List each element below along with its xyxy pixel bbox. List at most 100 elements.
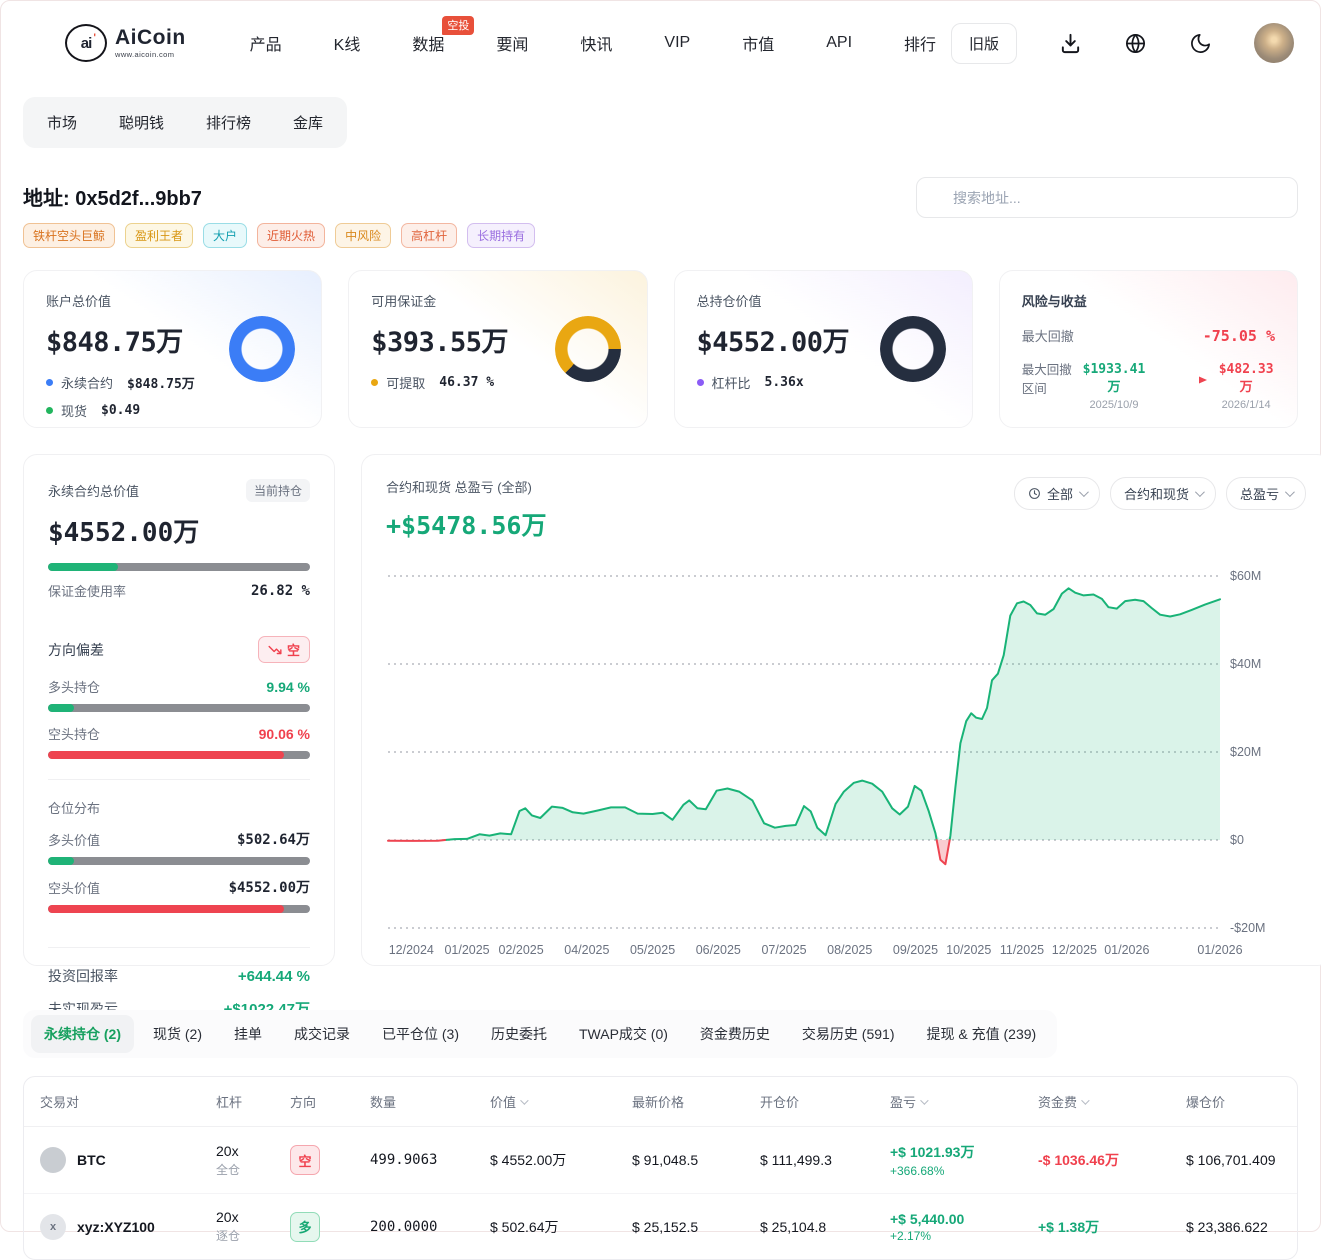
column-label: 最新价格 bbox=[632, 1092, 684, 1111]
side-badge: 空 bbox=[290, 1145, 320, 1175]
aicoin-logo[interactable]: ai' AiCoin www.aicoin.com bbox=[65, 24, 186, 62]
x-axis-label: 01/2025 bbox=[444, 943, 489, 957]
pnl-area-chart[interactable]: $60M$40M$20M$0-$20M12/202401/202502/2025… bbox=[386, 556, 1306, 965]
nav-item-label: 排行 bbox=[904, 37, 936, 54]
drawdown-from-value: $1933.41万 bbox=[1083, 361, 1146, 396]
chart-filter-1[interactable]: 全部 bbox=[1014, 477, 1100, 510]
nav-item-label: 产品 bbox=[250, 37, 282, 54]
drawdown-arrow-icon bbox=[1153, 375, 1209, 385]
download-icon[interactable] bbox=[1059, 32, 1082, 55]
pnl-cell: +$ 5,440.00+2.17% bbox=[890, 1211, 1038, 1243]
nav-item-3[interactable]: 数据空投 bbox=[412, 31, 444, 55]
stat-card-title: 账户总价值 bbox=[46, 291, 299, 310]
tab-5[interactable]: 已平仓位 (3) bbox=[369, 1015, 472, 1053]
nav-item-5[interactable]: 快讯 bbox=[580, 31, 612, 55]
nav-item-6[interactable]: VIP bbox=[664, 34, 690, 52]
funding-cell: -$ 1036.46万 bbox=[1038, 1150, 1186, 1170]
address-tag: 大户 bbox=[203, 223, 247, 248]
current-position-badge: 当前持仓 bbox=[246, 479, 310, 502]
nav-menu: 产品 K线 数据空投 要闻 快讯 VIP 市值 API 排行 bbox=[250, 31, 951, 55]
drawdown-from-date: 2025/10/9 bbox=[1083, 399, 1146, 411]
tab-6[interactable]: 历史委托 bbox=[478, 1015, 560, 1053]
sort-icon bbox=[920, 1096, 928, 1104]
liq-price-cell: $ 106,701.409 bbox=[1186, 1152, 1281, 1168]
donut-chart bbox=[229, 316, 295, 382]
last-price-cell: $ 91,048.5 bbox=[632, 1152, 760, 1168]
y-axis-label: $20M bbox=[1230, 745, 1261, 759]
nav-item-4[interactable]: 要闻 bbox=[496, 31, 528, 55]
stat-card-2: 可用保证金$393.55万可提取46.37 % bbox=[348, 270, 647, 428]
top-nav-bar: ai' AiCoin www.aicoin.com 产品 K线 数据空投 要闻 快讯 VI… bbox=[1, 1, 1320, 85]
filter-label: 总盈亏 bbox=[1240, 484, 1279, 503]
tab-1[interactable]: 永续持仓 (2) bbox=[31, 1015, 134, 1053]
subnav-item-2[interactable]: 聪明钱 bbox=[119, 112, 164, 133]
stat-item-label: 可提取 bbox=[386, 373, 425, 392]
filter-label: 合约和现货 bbox=[1124, 484, 1189, 503]
value-cell: $ 502.64万 bbox=[490, 1217, 632, 1237]
drawdown-range-label: 最大回撤区间 bbox=[1022, 361, 1075, 399]
stat-card-3: 总持仓价值$4552.00万杠杆比5.36x bbox=[674, 270, 973, 428]
tab-4[interactable]: 成交记录 bbox=[281, 1015, 363, 1053]
drawdown-to-value: $482.33万 bbox=[1217, 361, 1275, 396]
tab-8[interactable]: 资金费历史 bbox=[687, 1015, 783, 1053]
side-cell: 空 bbox=[290, 1145, 370, 1175]
subnav-item-3[interactable]: 排行榜 bbox=[206, 112, 251, 133]
table-row-2[interactable]: xxyz:XYZ10020x逐仓多200.0000$ 502.64万$ 25,1… bbox=[24, 1193, 1297, 1259]
risk-card-title: 风险与收益 bbox=[1022, 291, 1275, 310]
risk-reward-card: 风险与收益 最大回撤 -75.05 % 最大回撤区间 $1933.41万 202… bbox=[999, 270, 1298, 428]
search-address-input[interactable] bbox=[916, 177, 1298, 218]
nav-item-1[interactable]: 产品 bbox=[250, 31, 282, 55]
margin-usage-label: 保证金使用率 bbox=[48, 581, 126, 600]
old-version-button[interactable]: 旧版 bbox=[951, 23, 1017, 64]
margin-mode: 全仓 bbox=[216, 1161, 290, 1178]
subnav-item-1[interactable]: 市场 bbox=[47, 112, 77, 133]
column-header-6: 最新价格 bbox=[632, 1092, 760, 1111]
subnav-item-4[interactable]: 金库 bbox=[293, 112, 323, 133]
x-axis-label: 12/2025 bbox=[1052, 943, 1097, 957]
tab-7[interactable]: TWAP成交 (0) bbox=[566, 1015, 681, 1053]
column-header-3: 方向 bbox=[290, 1092, 370, 1111]
secondary-nav: 市场 聪明钱 排行榜 金库 bbox=[23, 97, 347, 148]
nav-item-7[interactable]: 市值 bbox=[742, 31, 774, 55]
leverage-value: 20x bbox=[216, 1209, 290, 1225]
chart-filter-2[interactable]: 合约和现货 bbox=[1110, 477, 1216, 510]
stat-card-1: 账户总价值$848.75万永续合约$848.75万现货$0.49 bbox=[23, 270, 322, 428]
perp-position-panel: 永续合约总价值 当前持仓 $4552.00万 保证金使用率 26.82 % 方向… bbox=[23, 454, 335, 966]
column-header-9[interactable]: 资金费 bbox=[1038, 1092, 1186, 1111]
nav-item-2[interactable]: K线 bbox=[334, 31, 361, 55]
positions-table: 交易对杠杆方向数量价值最新价格开仓价盈亏资金费爆仓价 BTC20x全仓空499.… bbox=[23, 1076, 1298, 1260]
nav-item-8[interactable]: API bbox=[826, 34, 852, 52]
column-header-5[interactable]: 价值 bbox=[490, 1092, 632, 1111]
avatar[interactable] bbox=[1254, 23, 1294, 63]
tab-3[interactable]: 挂单 bbox=[221, 1015, 275, 1053]
tab-2[interactable]: 现货 (2) bbox=[140, 1015, 215, 1053]
long-position-label: 多头持仓 bbox=[48, 677, 100, 696]
amount-cell: 499.9063 bbox=[370, 1152, 490, 1168]
leverage-cell: 20x逐仓 bbox=[216, 1209, 290, 1244]
stat-card-item: 现货$0.49 bbox=[46, 401, 299, 420]
chart-filters: 全部 合约和现货 总盈亏 bbox=[1014, 477, 1306, 510]
chart-filter-3[interactable]: 总盈亏 bbox=[1226, 477, 1306, 510]
long-value-label: 多头价值 bbox=[48, 830, 100, 849]
total-pnl-value: +$5478.56万 bbox=[386, 506, 546, 542]
nav-item-9[interactable]: 排行 bbox=[904, 31, 936, 55]
moon-icon[interactable] bbox=[1189, 32, 1212, 55]
legend-dot-icon bbox=[697, 379, 704, 386]
column-header-8[interactable]: 盈亏 bbox=[890, 1092, 1038, 1111]
legend-dot-icon bbox=[371, 379, 378, 386]
table-row-1[interactable]: BTC20x全仓空499.9063$ 4552.00万$ 91,048.5$ 1… bbox=[24, 1127, 1297, 1193]
trending-down-icon bbox=[268, 643, 282, 657]
tab-10[interactable]: 提现 & 充值 (239) bbox=[914, 1015, 1050, 1053]
symbol-cell: BTC bbox=[40, 1147, 216, 1173]
x-axis-label: 04/2025 bbox=[564, 943, 609, 957]
stat-item-label: 现货 bbox=[61, 401, 87, 420]
globe-icon[interactable] bbox=[1124, 32, 1147, 55]
short-position-value: 90.06 % bbox=[259, 726, 310, 742]
column-label: 开仓价 bbox=[760, 1092, 799, 1111]
legend-dot-icon bbox=[46, 407, 53, 414]
column-label: 交易对 bbox=[40, 1092, 79, 1111]
stat-item-value: 5.36x bbox=[765, 375, 804, 390]
entry-price-cell: $ 25,104.8 bbox=[760, 1219, 890, 1235]
tab-9[interactable]: 交易历史 (591) bbox=[789, 1015, 908, 1053]
x-axis-label: 02/2025 bbox=[499, 943, 544, 957]
